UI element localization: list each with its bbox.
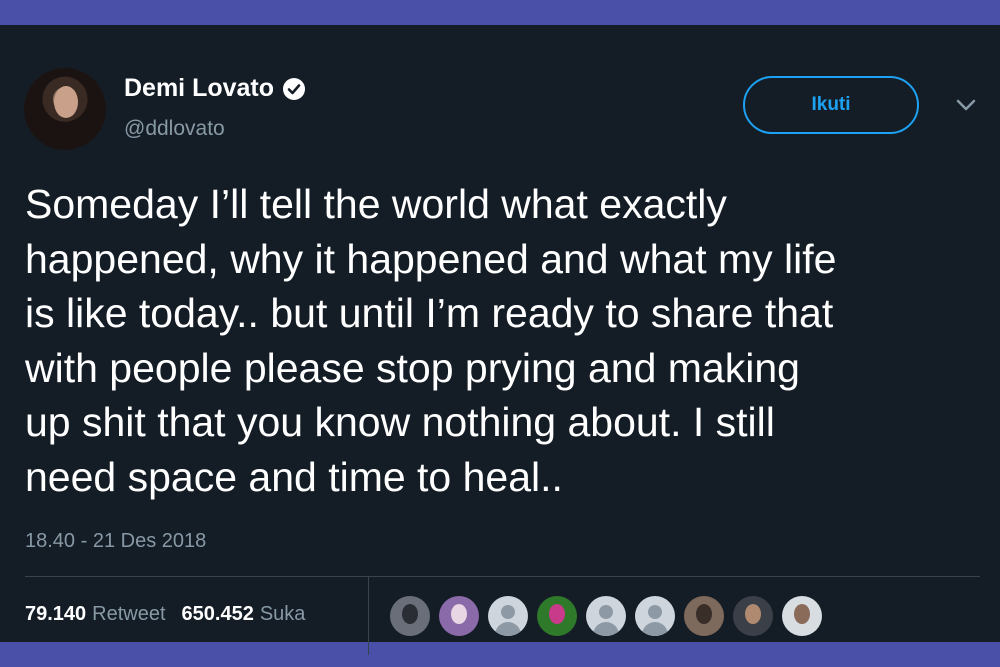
liker-avatar[interactable]	[635, 596, 675, 636]
like-label[interactable]: Suka	[260, 603, 306, 626]
default-avatar-body	[593, 622, 619, 636]
retweet-count[interactable]: 79.140	[25, 603, 86, 626]
default-avatar-body	[642, 622, 668, 636]
avatar[interactable]	[24, 68, 106, 150]
liker-avatar[interactable]	[439, 596, 479, 636]
stats-divider	[368, 577, 369, 655]
liker-avatars	[390, 596, 831, 636]
avatar-photo-detail	[745, 604, 761, 624]
tweet-stats: 79.140 Retweet 650.452 Suka	[25, 603, 305, 626]
avatar-photo-detail	[402, 604, 418, 624]
follow-button[interactable]: Ikuti	[743, 76, 919, 134]
liker-avatar[interactable]	[733, 596, 773, 636]
author-handle[interactable]: @ddlovato	[124, 117, 225, 141]
liker-avatar[interactable]	[782, 596, 822, 636]
chevron-down-icon[interactable]	[955, 98, 977, 112]
default-avatar-head	[501, 605, 515, 619]
liker-avatar[interactable]	[537, 596, 577, 636]
avatar-photo-detail	[549, 604, 565, 624]
default-avatar-head	[648, 605, 662, 619]
avatar-face	[54, 86, 78, 118]
liker-avatar[interactable]	[488, 596, 528, 636]
tweet-timestamp[interactable]: 18.40 - 21 Des 2018	[25, 530, 206, 553]
tweet-text: Someday I’ll tell the world what exactly…	[25, 181, 837, 500]
verified-badge-icon	[283, 77, 306, 100]
avatar-photo-detail	[451, 604, 467, 624]
like-count[interactable]: 650.452	[182, 603, 254, 626]
divider	[25, 576, 980, 577]
liker-avatar[interactable]	[586, 596, 626, 636]
avatar-photo-detail	[696, 604, 712, 624]
liker-avatar[interactable]	[684, 596, 724, 636]
default-avatar-head	[599, 605, 613, 619]
liker-avatar[interactable]	[390, 596, 430, 636]
author-name-row: Demi Lovato	[124, 74, 306, 103]
retweet-label[interactable]: Retweet	[92, 603, 165, 626]
tweet-card: Demi Lovato @ddlovato Ikuti Someday I’ll…	[0, 25, 1000, 655]
avatar-photo-detail	[794, 604, 810, 624]
default-avatar-body	[495, 622, 521, 636]
author-name[interactable]: Demi Lovato	[124, 74, 274, 103]
